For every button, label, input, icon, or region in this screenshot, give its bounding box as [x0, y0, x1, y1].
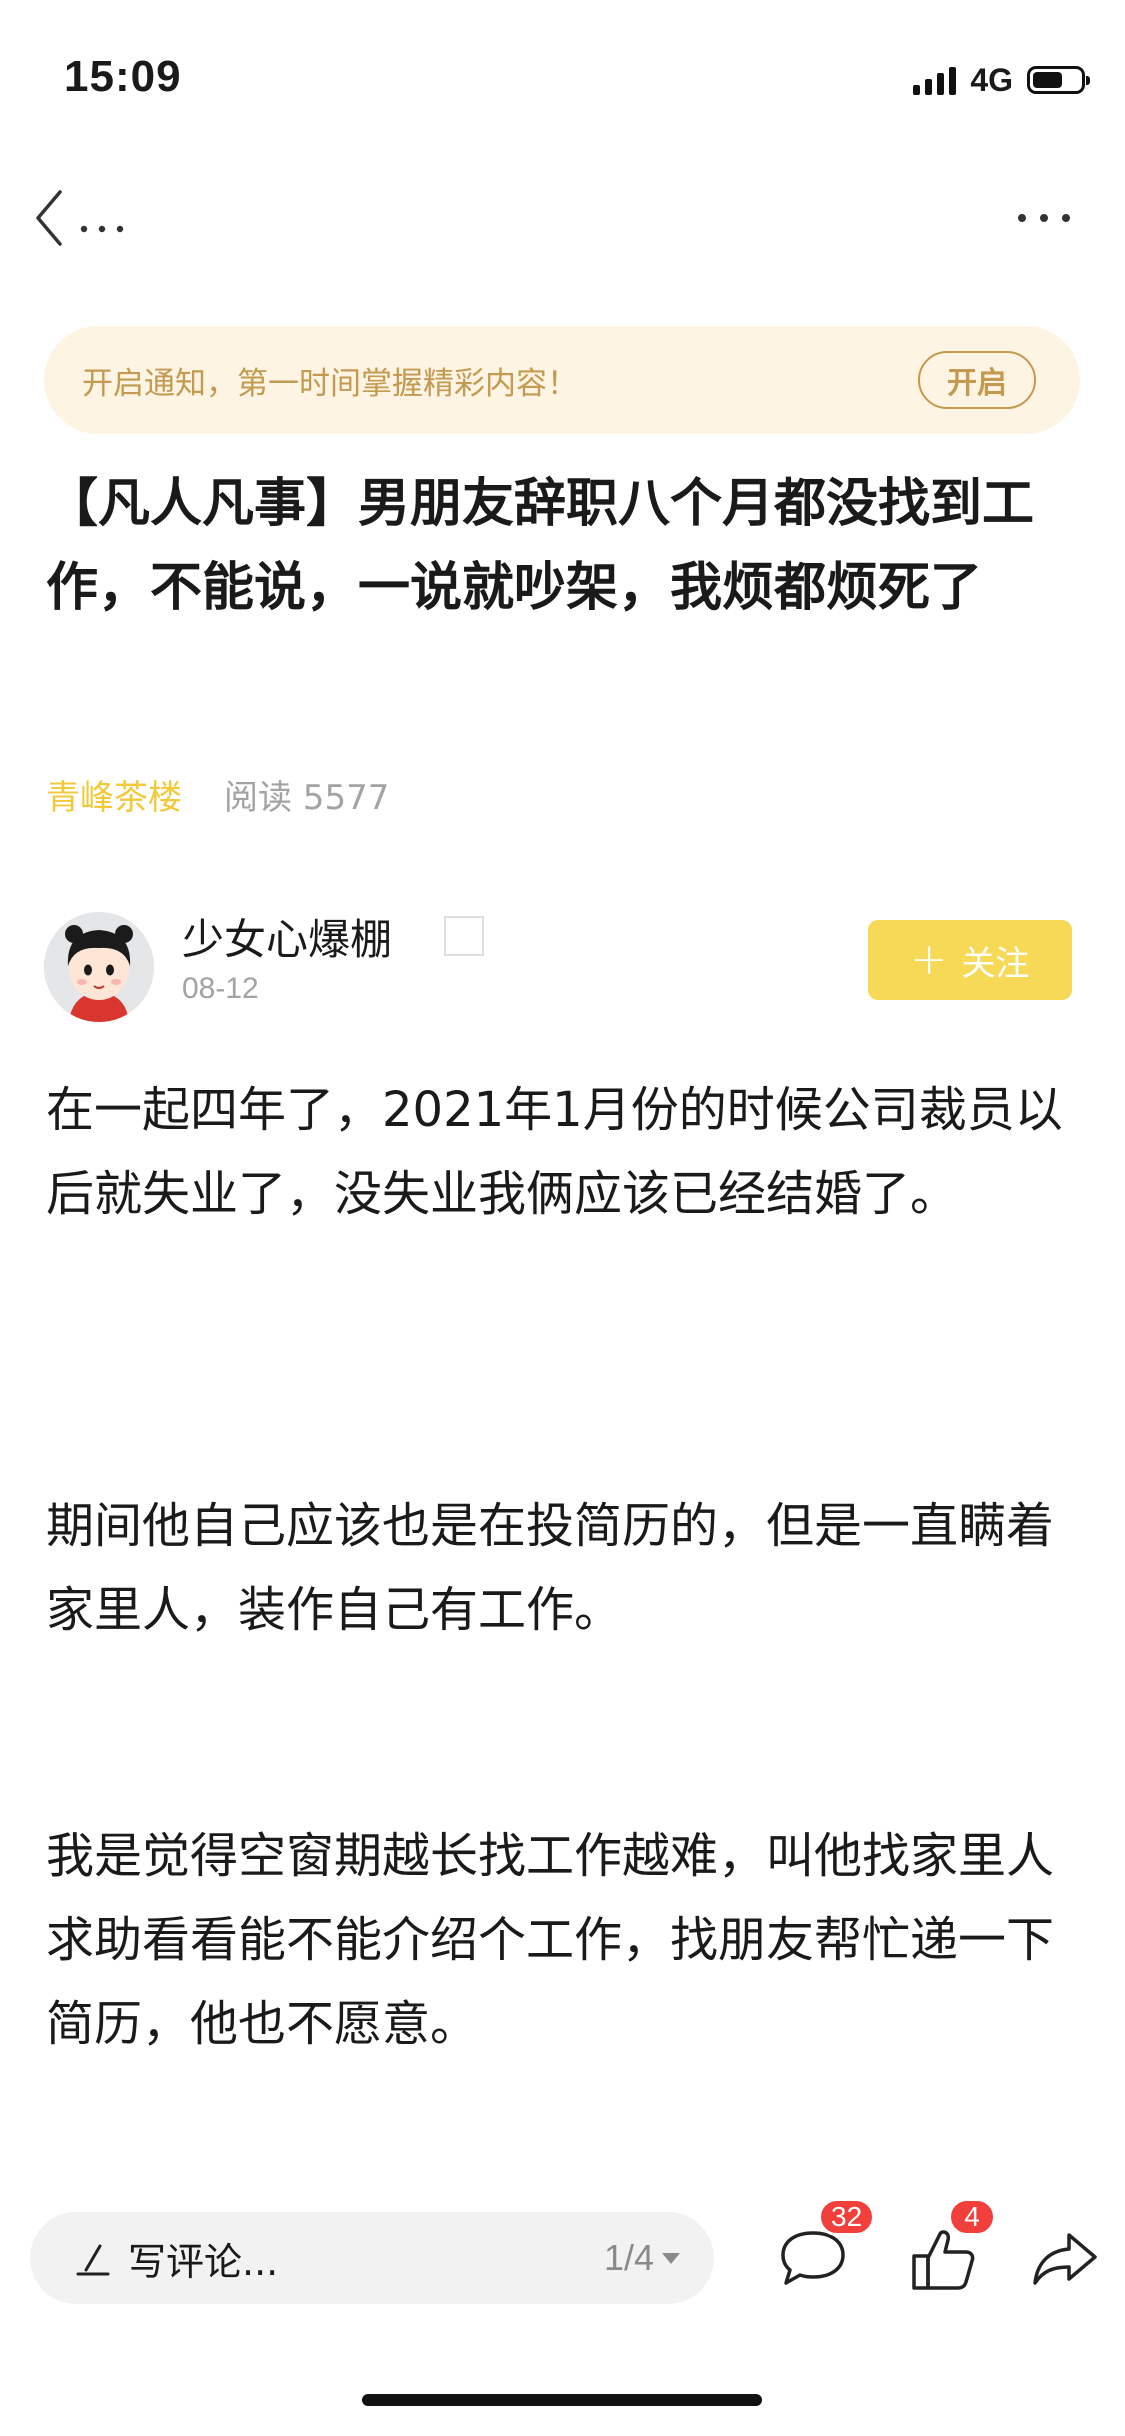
status-time: 15:09 — [64, 52, 182, 101]
home-indicator[interactable] — [362, 2394, 762, 2406]
chevron-left-icon — [36, 190, 62, 246]
back-button[interactable] — [30, 178, 160, 258]
enable-notification-button[interactable]: 开启 — [918, 351, 1036, 409]
comment-count-badge: 32 — [818, 2198, 876, 2236]
like-count-badge: 4 — [948, 2198, 996, 2236]
comment-icon — [781, 2231, 845, 2285]
comment-input[interactable]: 写评论... 1/4 — [30, 2212, 714, 2304]
notification-text: 开启通知，第一时间掌握精彩内容！ — [82, 365, 578, 402]
signal-icon — [913, 65, 957, 95]
network-label: 4G — [970, 61, 1013, 98]
status-indicators: 4G — [913, 60, 1090, 100]
share-button[interactable] — [1022, 2216, 1108, 2302]
article-paragraph: 我是觉得空窗期越长找工作越难，叫他找家里人求助看看能不能介绍个工作，找朋友帮忙递… — [46, 1828, 1055, 2052]
caret-down-icon — [662, 2252, 680, 2264]
article-paragraph: 期间他自己应该也是在投简历的，但是一直瞒着家里人，装作自己有工作。 — [46, 1498, 1055, 1638]
more-options-button[interactable] — [999, 178, 1089, 258]
follow-button[interactable]: + 关注 — [868, 920, 1072, 1000]
more-horizontal-icon — [1018, 214, 1070, 222]
author-badge-icon — [444, 916, 484, 956]
post-date: 08-12 — [182, 972, 259, 1005]
article-paragraph: 在一起四年了，2021年1月份的时候公司裁员以后就失业了，没失业我俩应该已经结婚… — [46, 1082, 1063, 1222]
avatar[interactable] — [44, 912, 154, 1022]
plus-icon: + — [910, 934, 948, 985]
share-icon — [1033, 2233, 1097, 2285]
comment-placeholder: 写评论... — [128, 2239, 279, 2284]
article-source[interactable]: 青峰茶楼 — [46, 770, 182, 819]
article-meta: 青峰茶楼 阅读 5577 — [46, 770, 389, 819]
pencil-icon — [76, 2244, 110, 2276]
read-count: 阅读 5577 — [224, 778, 390, 818]
follow-label: 关注 — [961, 943, 1030, 984]
ellipsis-icon — [80, 225, 124, 233]
article-title: 【凡人凡事】男朋友辞职八个月都没找到工作，不能说，一说就吵架，我烦都烦死了 — [46, 474, 1035, 618]
battery-icon — [1027, 66, 1090, 94]
page-indicator[interactable]: 1/4 — [604, 2237, 680, 2279]
author-name[interactable]: 少女心爆棚 — [182, 906, 392, 967]
page-indicator-label: 1/4 — [603, 2237, 654, 2278]
notification-banner: 开启通知，第一时间掌握精彩内容！ 开启 — [44, 326, 1080, 434]
cartoon-girl-avatar-icon — [44, 912, 154, 1022]
